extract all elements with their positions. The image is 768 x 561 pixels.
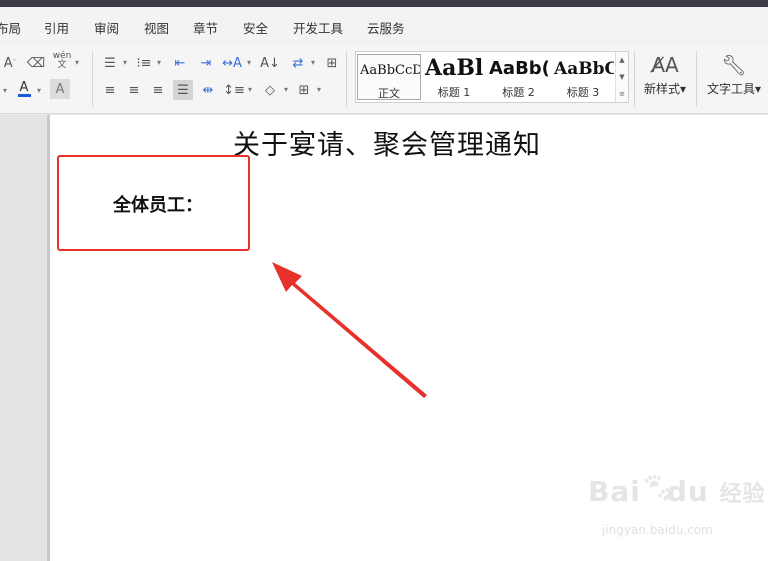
menu-section[interactable]: 章节 <box>193 18 218 37</box>
justify-icon[interactable]: ☰ <box>173 80 193 100</box>
style-heading-2[interactable]: AaBb( 标题 2 <box>487 54 550 100</box>
decrease-indent-icon[interactable]: ⇤ <box>170 53 190 73</box>
style-sample: AaBbC <box>554 59 614 79</box>
text-tools-button[interactable]: 🔧︎ 文字工具▾ <box>703 50 765 97</box>
align-right-icon[interactable]: ≡ <box>148 80 168 100</box>
clear-format-eraser-icon[interactable]: ⌫ <box>26 53 46 73</box>
text-tools-label: 文字工具▾ <box>706 82 762 96</box>
align-left-icon[interactable]: ≡ <box>100 80 120 100</box>
line-break-icon[interactable]: ⇄ <box>288 53 308 73</box>
style-name: 标题 2 <box>502 86 535 99</box>
window-top-strip <box>0 0 768 7</box>
menu-layout[interactable]: 布局 <box>0 18 21 37</box>
font-size-decrease-icon[interactable]: Aˇ <box>0 53 20 73</box>
character-shading-letter: A <box>55 81 65 97</box>
style-sample: AaBl <box>425 55 484 81</box>
bullet-list-dropdown-icon[interactable]: ▾ <box>120 53 130 73</box>
phonetic-dropdown-icon[interactable]: ▾ <box>72 53 82 73</box>
font-color-letter: A <box>19 80 29 95</box>
phonetic-guide-label: wén 文 <box>52 51 72 70</box>
numbered-list-dropdown-icon[interactable]: ▾ <box>154 53 164 73</box>
ribbon-separator <box>346 51 347 107</box>
phonetic-guide-icon[interactable]: wén 文 <box>52 51 72 71</box>
menu-cloud-services[interactable]: 云服务 <box>367 18 405 37</box>
workspace-background <box>0 115 47 561</box>
highlight-dropdown-icon[interactable]: ▾ <box>0 81 10 101</box>
ribbon-separator <box>696 51 697 107</box>
font-color-dropdown-icon[interactable]: ▾ <box>34 81 44 101</box>
line-spacing-icon[interactable]: ↕≡ <box>223 80 245 100</box>
line-break-dropdown-icon[interactable]: ▾ <box>308 53 318 73</box>
sort-icon[interactable]: A↓ <box>260 53 280 73</box>
show-hide-marks-icon[interactable]: ⊞ <box>322 53 342 73</box>
ribbon-separator <box>92 51 93 107</box>
style-name: 标题 3 <box>566 86 600 99</box>
annotation-highlight-box <box>57 155 250 251</box>
baidu-jingyan-watermark: Bai du 经验 🐾︎ jingyan.baidu.com <box>588 471 765 545</box>
style-name: 标题 1 <box>437 86 471 99</box>
line-spacing-dropdown-icon[interactable]: ▾ <box>245 80 255 100</box>
menu-review[interactable]: 审阅 <box>94 18 119 37</box>
menu-references[interactable]: 引用 <box>44 18 69 37</box>
new-style-button[interactable]: A̸A 新样式▾ <box>640 50 690 97</box>
borders-icon[interactable]: ⊞ <box>294 80 314 100</box>
style-normal[interactable]: AaBbCcDd 正文 <box>357 54 421 100</box>
font-color-swatch <box>17 94 31 97</box>
style-heading-1[interactable]: AaBl 标题 1 <box>423 54 485 100</box>
menu-developer-tools[interactable]: 开发工具 <box>293 18 343 37</box>
character-shading-icon[interactable]: A <box>50 79 70 99</box>
bullet-list-icon[interactable]: ☰ <box>100 53 120 73</box>
style-sample: AaBb( <box>489 58 550 79</box>
ribbon-separator <box>634 51 635 107</box>
borders-dropdown-icon[interactable]: ▾ <box>314 80 324 100</box>
text-direction-dropdown-icon[interactable]: ▾ <box>244 53 254 73</box>
wrench-icon: 🔧︎ <box>721 53 747 77</box>
text-direction-icon[interactable]: ↔A <box>222 53 242 73</box>
paw-icon: 🐾︎ <box>640 471 679 506</box>
gallery-scroll-down-icon[interactable]: ▼ <box>615 69 628 85</box>
shading-fill-icon[interactable]: ◇ <box>260 80 280 100</box>
menu-bar: 布局 引用 审阅 视图 章节 安全 开发工具 云服务 <box>0 7 768 45</box>
shading-dropdown-icon[interactable]: ▾ <box>281 80 291 100</box>
new-style-icon: A̸A <box>651 53 679 77</box>
align-center-icon[interactable]: ≡ <box>124 80 144 100</box>
increase-indent-icon[interactable]: ⇥ <box>196 53 216 73</box>
watermark-url: jingyan.baidu.com <box>602 523 713 537</box>
style-name: 正文 <box>378 87 400 100</box>
style-heading-3[interactable]: AaBbC 标题 3 <box>552 54 614 100</box>
style-gallery: AaBbCcDd 正文 AaBl 标题 1 AaBb( 标题 2 AaBbC 标… <box>355 51 629 103</box>
numbered-list-icon[interactable]: ⁝≡ <box>134 53 154 73</box>
menu-security[interactable]: 安全 <box>243 18 268 37</box>
new-style-label: 新样式▾ <box>643 82 687 96</box>
distributed-align-icon[interactable]: ⇹ <box>198 80 218 100</box>
style-sample: AaBbCcDd <box>360 63 420 78</box>
document-title: 关于宴请、聚会管理通知 <box>233 130 541 161</box>
font-color-icon[interactable]: A <box>14 79 34 99</box>
gallery-scroll-up-icon[interactable]: ▲ <box>615 52 628 68</box>
gallery-more-icon[interactable]: ≡ <box>615 86 628 102</box>
menu-view[interactable]: 视图 <box>144 18 169 37</box>
